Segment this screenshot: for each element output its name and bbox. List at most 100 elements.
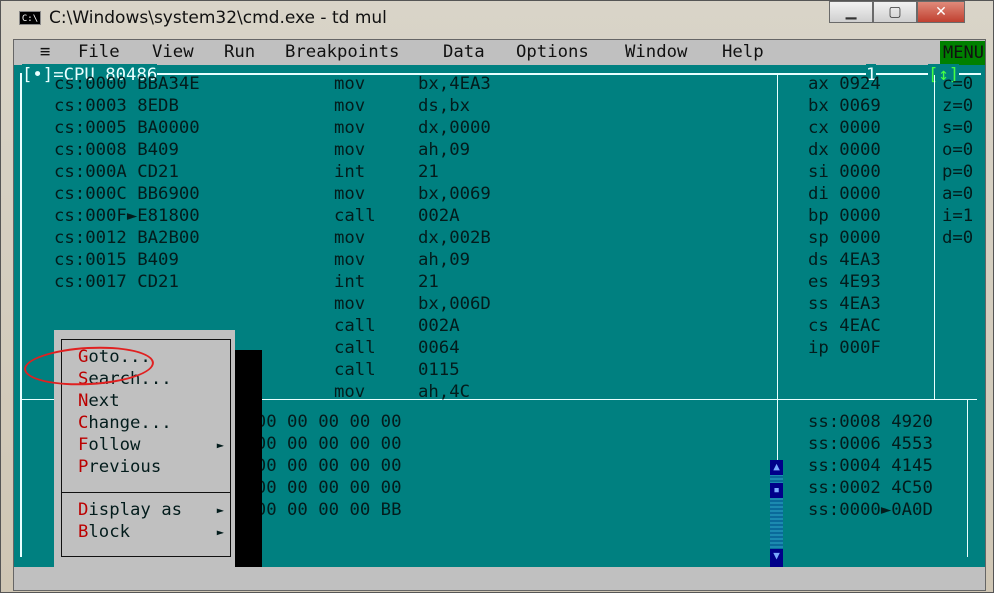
menu-hotkey: F [78,42,89,62]
menu-label: ptions [526,42,589,62]
context-menu-item-next[interactable]: Next [78,390,228,412]
code-operand: dx,002B [418,228,491,248]
register-value: sp 0000 [808,228,881,248]
register-value: si 0000 [808,162,881,182]
menu-hotkey: F [78,435,89,455]
flag-value: a=0 [942,184,974,204]
menu-separator [62,492,230,493]
menu-options[interactable]: Options [516,41,589,63]
menu-indicator: MENU [940,41,985,66]
code-address: cs:0008 B409 [54,140,179,160]
code-mnemonic: mov [334,140,366,160]
code-address: cs:0012 BA2B00 [54,228,200,248]
code-mnemonic: mov [334,96,366,116]
window-title: C:\Windows\system32\cmd.exe - td mul [49,8,387,28]
flag-value: z=0 [942,96,974,116]
code-mnemonic: int [334,272,366,292]
cmd-icon: C:\ [19,11,41,25]
menu-help[interactable]: Help [722,41,764,63]
code-address: cs:000A CD21 [54,162,179,182]
register-value: ip 000F [808,338,881,358]
code-address: cs:0017 CD21 [54,272,179,292]
code-mnemonic: call [334,360,376,380]
register-value: di 0000 [808,184,881,204]
context-menu-item-previous[interactable]: Previous [78,456,228,478]
code-mnemonic: mov [334,118,366,138]
menu-label: iew [162,42,194,62]
menu-hotkey: D [78,500,89,520]
maximize-button[interactable]: ▢ [873,1,917,23]
code-mnemonic: mov [334,184,366,204]
submenu-arrow-icon: ► [216,503,224,517]
minimize-button[interactable]: ▁ [829,1,873,23]
stack-row: ss:0004 4145 [808,456,933,476]
menu-run[interactable]: Run [224,41,255,63]
menu-hotkey: V [152,42,163,62]
menu-label: ollow [88,435,141,455]
flag-value: d=0 [942,228,974,248]
context-menu-item-change[interactable]: Change... [78,412,228,434]
code-mnemonic: call [334,316,376,336]
code-address: cs:000F►E81800 [54,206,200,226]
code-mnemonic: mov [334,74,366,94]
menu-bar: ≡ MENU File View Run Breakpoints Data Options… [14,40,985,66]
code-operand: 21 [418,162,439,182]
code-mnemonic: mov [334,228,366,248]
menu-window[interactable]: Window [625,41,687,63]
code-operand: 21 [418,272,439,292]
menu-label: un [234,42,256,62]
system-menu-icon[interactable]: ≡ [40,41,50,63]
code-mnemonic: mov [334,382,366,402]
register-value: es 4E93 [808,272,881,292]
register-value: cx 0000 [808,118,881,138]
flag-value: i=1 [942,206,974,226]
menu-hotkey: N [78,391,89,411]
menu-breakpoints[interactable]: Breakpoints [285,41,399,63]
scroll-thumb[interactable]: ▪ [770,483,783,498]
scroll-down-arrow-icon[interactable]: ▼ [770,549,783,569]
menu-label: ata [453,42,485,62]
menu-hotkey: R [224,42,235,62]
context-menu-item-displayas[interactable]: Display as ► [78,499,228,521]
flag-value: s=0 [942,118,974,138]
code-operand: ds,bx [418,96,471,116]
menu-hotkey: O [516,42,527,62]
code-mnemonic: call [334,338,376,358]
menu-label: ile [88,42,120,62]
code-address: cs:000C BB6900 [54,184,200,204]
context-menu-item-follow[interactable]: Follow ► [78,434,228,456]
close-button[interactable]: ✕ [917,1,965,23]
context-menu-item-block[interactable]: Block ► [78,521,228,543]
menu-hotkey: B [285,42,296,62]
code-mnemonic: call [334,206,376,226]
flag-value: p=0 [942,162,974,182]
code-address: cs:0003 8EDB [54,96,179,116]
menu-hotkey: H [722,42,733,62]
menu-label: elp [732,42,764,62]
cpu-window: [•]=CPU 80486 1 [↕] cs:0000 BBA34E mov bx,… [14,64,985,590]
menu-view[interactable]: View [152,41,194,63]
register-value: ss 4EA3 [808,294,881,314]
menu-file[interactable]: File [78,41,120,63]
code-operand: 002A [418,206,460,226]
turbo-debugger-console: ≡ MENU File View Run Breakpoints Data Options… [13,39,986,591]
menu-data[interactable]: Data [443,41,485,63]
menu-label: reakpoints [295,42,400,62]
code-operand: ah,4C [418,382,471,402]
register-value: ds 4EA3 [808,250,881,270]
code-operand: 002A [418,316,460,336]
code-operand: dx,0000 [418,118,491,138]
code-operand: bx,4EA3 [418,74,491,94]
scroll-up-arrow-icon[interactable]: ▲ [770,460,783,475]
code-operand: 0115 [418,360,460,380]
menu-label: revious [88,457,162,477]
menu-label: indow [635,42,688,62]
code-mnemonic: mov [334,250,366,270]
flag-value: c=0 [942,74,974,94]
menu-hotkey: C [78,413,89,433]
register-value: bx 0069 [808,96,881,116]
code-operand: 0064 [418,338,460,358]
code-address: cs:0000 BBA34E [54,74,200,94]
menu-label: ext [88,391,120,411]
title-bar: C:\ C:\Windows\system32\cmd.exe - td mul [19,7,387,29]
